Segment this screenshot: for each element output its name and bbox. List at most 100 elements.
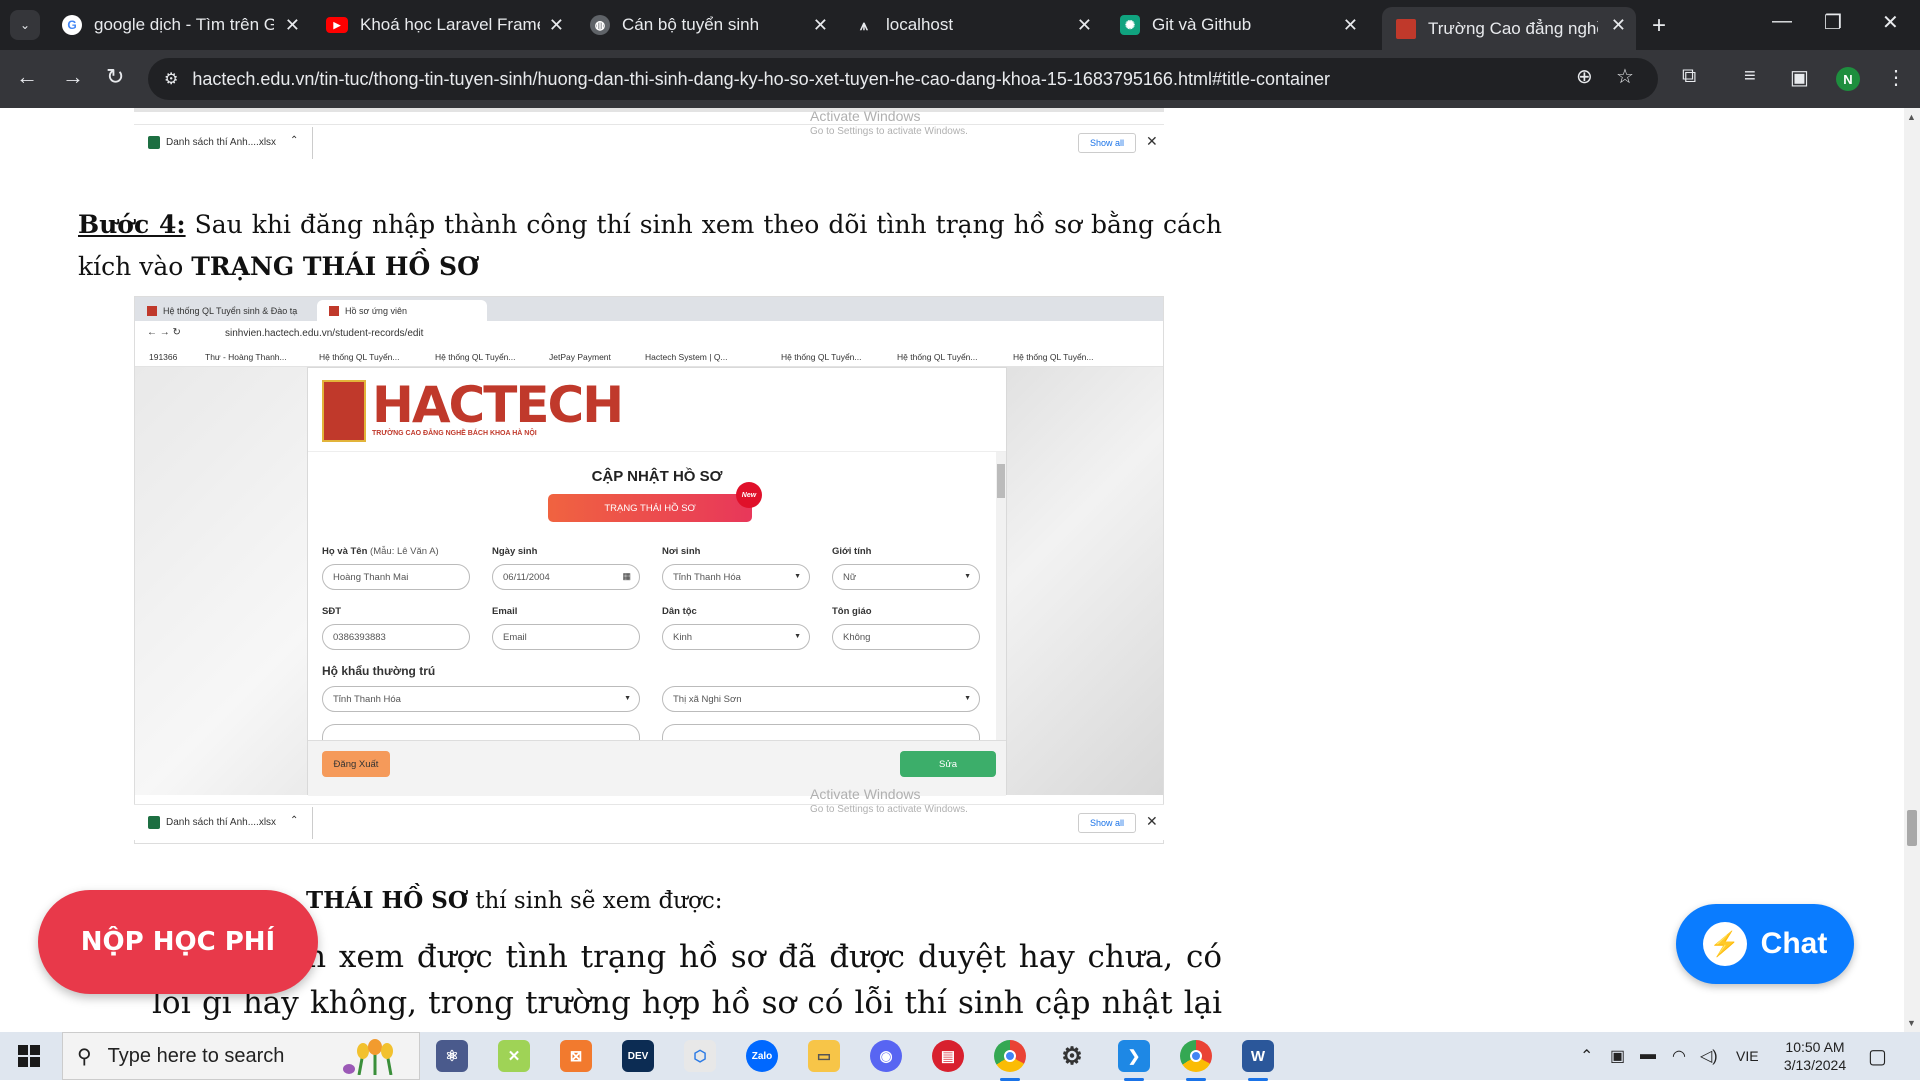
tab-localhost[interactable]: ⩚ localhost ✕ [840,7,1102,43]
messenger-icon: ⚡ [1702,922,1747,966]
settings-gear-icon[interactable]: ⚙ [1056,1040,1088,1072]
postman-like-app-icon[interactable]: ⚛ [436,1040,468,1072]
close-tab-icon[interactable]: ✕ [549,15,564,36]
vscode-icon[interactable]: ❯ [1118,1040,1150,1081]
gender-select: Nữ ▼ [832,564,980,590]
chrome-icon[interactable] [994,1040,1026,1081]
windows-taskbar: ⚲ Type here to search ⚛ ✕ ⊠ DEV ⬡ Zalo ▭… [0,1032,1920,1081]
excel-file-icon [148,136,160,149]
close-tab-icon[interactable]: ✕ [1611,15,1626,36]
system-clock[interactable]: 10:50 AM 3/13/2024 [1770,1038,1860,1074]
xmind-icon[interactable]: ✕ [498,1040,530,1072]
instruction-screenshot: Hệ thống QL Tuyển sinh & Đào tạ Hồ sơ ứn… [134,296,1164,844]
back-icon[interactable]: ← [16,64,38,90]
taskbar-search-box[interactable]: ⚲ Type here to search [62,1032,420,1080]
chatgpt-icon: ✺ [1120,15,1140,35]
dropdown-caret-icon: ▼ [964,695,971,702]
update-profile-form: HACTECH TRƯỜNG CAO ĐẲNG NGHỀ BÁCH KHOA H… [307,367,1007,796]
meet-now-icon[interactable]: ▣ [1610,1046,1625,1066]
province-select: Tỉnh Thanh Hóa ▼ [322,686,640,712]
scroll-thumb[interactable] [1907,810,1917,846]
scroll-down-icon[interactable]: ▼ [1907,1018,1916,1028]
dropdown-caret-icon: ▼ [624,695,631,702]
activate-windows-watermark: Activate Windows Go to Settings to activ… [810,786,968,815]
screenshot-bookmarks-bar: 191366 Thư - Hoàng Thanh... Hệ thống QL … [135,347,1163,367]
phone-field: 0386393883 [322,624,470,650]
household-section-title: Hộ khẩu thường trú [322,664,436,678]
zoom-icon[interactable]: ⊕ [1576,64,1593,89]
commune-select-partial [322,724,640,740]
bookmark-star-icon[interactable]: ☆ [1616,64,1634,89]
previous-screenshot-edge [134,108,1164,112]
status-button: TRẠNG THÁI HỒ SƠ [548,494,752,522]
address-bar[interactable]: ⚙ hactech.edu.vn/tin-tuc/thong-tin-tuyen… [148,58,1658,100]
search-icon: ⚲ [77,1045,92,1068]
screenshot-tab-1: Hệ thống QL Tuyển sinh & Đào tạ [135,300,315,321]
tab-google-translate[interactable]: G google dịch - Tìm trên Goo ✕ [48,7,310,43]
discord-icon[interactable]: ◉ [870,1040,902,1072]
extensions-icon[interactable]: ⧉ [1682,65,1696,88]
menu-icon[interactable]: ⋮ [1886,65,1906,90]
reload-icon[interactable]: ↻ [106,64,124,90]
xampp-app-icon[interactable]: ⊠ [560,1040,592,1072]
file-explorer-icon[interactable]: ▭ [808,1040,840,1072]
chrome-profile-icon[interactable] [1180,1040,1212,1081]
tab-search-dropdown-icon[interactable]: ⌄ [10,10,40,40]
notifications-icon[interactable]: ▢ [1868,1044,1887,1069]
mi-app-icon[interactable]: ▤ [932,1040,964,1072]
input-language[interactable]: VIE [1736,1048,1759,1064]
restore-icon[interactable]: ❐ [1824,10,1842,35]
close-window-icon[interactable]: ✕ [1882,10,1899,35]
close-tab-icon[interactable]: ✕ [285,15,300,36]
devc-icon[interactable]: DEV [622,1040,654,1072]
ethnic-select: Kinh ▼ [662,624,810,650]
word-icon[interactable]: W [1242,1040,1274,1081]
show-hidden-icons[interactable]: ⌃ [1580,1046,1593,1066]
site-info-icon[interactable]: ⚙ [164,69,178,89]
tab-laravel-course[interactable]: ▶ Khoá học Laravel Framewo ✕ [312,7,574,43]
pay-tuition-button[interactable]: NỘP HỌC PHÍ [38,890,318,994]
minimize-icon[interactable]: — [1772,10,1792,33]
zalo-icon[interactable]: Zalo [746,1040,778,1072]
media-control-icon[interactable]: ≡ [1744,65,1756,88]
show-all-button: Show all [1078,133,1136,153]
messenger-chat-button[interactable]: ⚡ Chat [1676,904,1854,984]
forward-icon[interactable]: → [62,64,84,90]
screenshot-nav-icons: ← → ↻ [147,327,181,338]
tab-hactech-active[interactable]: Trường Cao đẳng nghề Báo ✕ [1382,7,1636,50]
virtualbox-icon[interactable]: ⬡ [684,1040,716,1072]
district-select: Thị xã Nghi Sơn ▼ [662,686,980,712]
xampp-icon: ⩚ [860,16,868,33]
new-tab-button[interactable]: + [1652,12,1666,40]
calendar-icon: ▦ [622,571,631,581]
logout-button: Đăng Xuất [322,751,390,777]
volume-icon[interactable]: ◁) [1700,1046,1718,1066]
form-scrollbar [996,452,1006,740]
religion-field: Không [832,624,980,650]
windows-start-icon[interactable] [18,1045,40,1067]
close-tab-icon[interactable]: ✕ [1343,15,1358,36]
google-icon: G [62,15,82,35]
street-select-partial [662,724,980,740]
dob-field: 06/11/2004 ▦ [492,564,640,590]
wifi-icon[interactable]: ◠ [1672,1046,1686,1066]
download-bar: Danh sách thí Anh....xlsx ⌃ Show all ✕ [134,124,1164,160]
url-text: hactech.edu.vn/tin-tuc/thong-tin-tuyen-s… [192,68,1331,89]
hactech-logo-text: HACTECH [372,376,624,434]
tab-can-bo-tuyen-sinh[interactable]: ◍ Cán bộ tuyển sinh ✕ [576,7,838,43]
close-tab-icon[interactable]: ✕ [813,15,828,36]
page-scrollbar[interactable]: ▲ ▼ [1904,108,1920,1032]
profile-avatar[interactable]: N [1836,67,1860,91]
scroll-up-icon[interactable]: ▲ [1907,112,1916,122]
battery-icon[interactable]: ▬ [1640,1046,1656,1064]
chevron-up-icon: ⌃ [290,815,299,826]
form-title: CẬP NHẬT HỒ SƠ [591,468,723,485]
close-tab-icon[interactable]: ✕ [1077,15,1092,36]
download-bar: Danh sách thí Anh....xlsx ⌃ Show all ✕ [134,804,1164,840]
dropdown-caret-icon: ▼ [964,573,971,580]
email-field: Email [492,624,640,650]
side-panel-icon[interactable]: ▣ [1790,65,1809,90]
screenshot-tab-2: Hồ sơ ứng viên [317,300,487,321]
tab-git-github[interactable]: ✺ Git và Github ✕ [1106,7,1368,43]
excel-file-icon [148,816,160,829]
